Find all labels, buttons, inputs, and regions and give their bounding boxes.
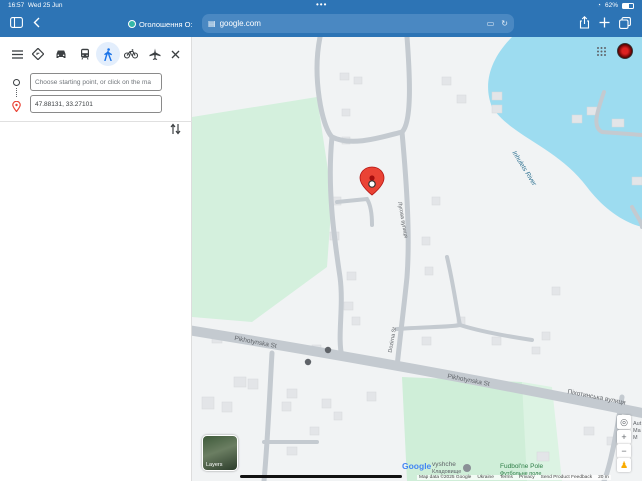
- park-area: [192, 97, 332, 322]
- address-bar[interactable]: ▤ google.com ▭ ↻: [202, 14, 514, 33]
- sidebar-toggle-icon[interactable]: [10, 17, 23, 30]
- map-graphics: [192, 37, 642, 481]
- map-data-text: Map data ©2025 Google: [419, 475, 472, 480]
- map-attribution: Map data ©2025 Google Ukraine Terms Priv…: [417, 475, 611, 480]
- status-right: ◔ 62%: [597, 2, 634, 9]
- share-icon[interactable]: [579, 16, 590, 31]
- feedback-link[interactable]: Send Product Feedback: [541, 475, 592, 480]
- layers-label: Layers: [206, 462, 223, 468]
- wifi-icon: ◔: [597, 2, 601, 9]
- account-avatar[interactable]: [617, 43, 633, 59]
- home-indicator[interactable]: [240, 475, 402, 478]
- country-link[interactable]: Ukraine: [477, 475, 494, 480]
- back-icon[interactable]: [33, 17, 40, 30]
- map-canvas[interactable]: Inhulets River Pikhotynska St Pikhotynsk…: [192, 37, 642, 481]
- privacy-link[interactable]: Privacy: [519, 475, 535, 480]
- close-icon[interactable]: [166, 45, 184, 63]
- flight-icon[interactable]: [146, 45, 164, 63]
- street-view-pegman-icon[interactable]: ♟: [617, 458, 631, 472]
- battery-icon: [622, 2, 634, 9]
- place-label: Ma: [633, 428, 641, 434]
- place-label: M: [633, 435, 638, 441]
- url-text: google.com: [219, 19, 261, 28]
- google-logo: Google: [402, 461, 432, 471]
- layers-button[interactable]: Layers: [202, 435, 238, 471]
- page-settings-icon[interactable]: ▤: [208, 19, 216, 28]
- route-connector-icon: [16, 88, 17, 97]
- tab-title: Оголошення О:: [139, 19, 193, 29]
- destination-dot: [368, 180, 376, 188]
- car-icon[interactable]: [52, 45, 70, 63]
- poi-marker: [463, 464, 471, 472]
- place-label: Fudbol'ne Pole: [500, 463, 544, 470]
- place-label: vyshche: [432, 461, 456, 468]
- multitasking-dots[interactable]: •••: [316, 0, 327, 9]
- walking-icon[interactable]: [96, 42, 120, 66]
- cycling-icon[interactable]: [122, 45, 140, 63]
- status-date: Wed 25 Jun: [27, 2, 63, 9]
- my-location-button[interactable]: ◎: [617, 415, 631, 429]
- panel-divider: [0, 121, 192, 122]
- start-point-icon: [13, 79, 20, 86]
- tab-chip[interactable]: Оголошення О:: [128, 16, 193, 32]
- destination-pin-icon: [12, 99, 21, 117]
- battery-level: 62%: [604, 2, 618, 9]
- browser-toolbar: Оголошення О: ▤ google.com ▭ ↻: [0, 11, 642, 37]
- transit-icon[interactable]: [76, 45, 94, 63]
- zoom-out-button[interactable]: −: [617, 444, 631, 458]
- bus-stop-marker: [324, 346, 332, 354]
- best-route-icon[interactable]: [29, 45, 47, 63]
- place-label: Aut: [633, 421, 642, 427]
- travel-mode-row: [0, 42, 192, 66]
- destination-input[interactable]: 47.88131, 33.27101: [30, 95, 162, 113]
- bus-stop-marker: [304, 358, 312, 366]
- menu-icon[interactable]: [8, 45, 26, 63]
- starting-point-input[interactable]: Choose starting point, or click on the m…: [30, 73, 162, 91]
- tab-favicon-icon: [128, 20, 136, 28]
- status-time: 16:57: [8, 2, 25, 9]
- scale-label[interactable]: 20 m: [598, 475, 609, 480]
- reader-icon[interactable]: ▭: [487, 19, 495, 28]
- swap-directions-icon[interactable]: [170, 123, 181, 138]
- tab-overview-icon[interactable]: [619, 17, 631, 31]
- terms-link[interactable]: Terms: [500, 475, 513, 480]
- reload-icon[interactable]: ↻: [501, 19, 508, 28]
- address-bar-actions: ▭ ↻: [487, 19, 508, 28]
- status-bar: 16:57 Wed 25 Jun ••• ◔ 62%: [0, 0, 642, 11]
- directions-panel: Choose starting point, or click on the m…: [0, 37, 192, 481]
- zoom-in-button[interactable]: +: [617, 430, 631, 444]
- new-tab-icon[interactable]: [599, 17, 610, 30]
